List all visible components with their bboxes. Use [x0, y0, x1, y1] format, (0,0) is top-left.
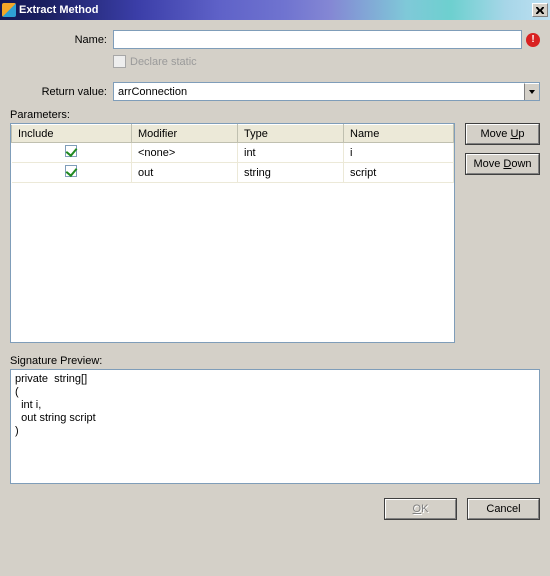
declare-static-checkbox [113, 55, 126, 68]
dropdown-button[interactable] [524, 83, 539, 100]
preview-label: Signature Preview: [10, 355, 540, 367]
error-icon: ! [526, 33, 540, 47]
cancel-button[interactable]: Cancel [467, 498, 540, 520]
cell-modifier: out [132, 163, 238, 183]
window-title: Extract Method [19, 4, 532, 16]
app-icon [2, 3, 16, 17]
parameters-table[interactable]: Include Modifier Type Name <none> int i [10, 123, 455, 343]
table-row[interactable]: <none> int i [12, 143, 454, 163]
include-checkbox[interactable] [65, 145, 77, 157]
include-checkbox[interactable] [65, 165, 77, 177]
chevron-down-icon [529, 90, 535, 94]
col-modifier[interactable]: Modifier [132, 125, 238, 143]
cell-modifier: <none> [132, 143, 238, 163]
return-value-selected: arrConnection [114, 83, 524, 100]
table-row[interactable]: out string script [12, 163, 454, 183]
col-name[interactable]: Name [344, 125, 454, 143]
move-up-button[interactable]: Move Up [465, 123, 540, 145]
cell-name: i [344, 143, 454, 163]
move-down-button[interactable]: Move Down [465, 153, 540, 175]
return-value-label: Return value: [10, 86, 113, 98]
parameters-label: Parameters: [10, 109, 540, 121]
col-include[interactable]: Include [12, 125, 132, 143]
close-button[interactable] [532, 3, 548, 17]
signature-preview: private string[] ( int i, out string scr… [10, 369, 540, 484]
return-value-select[interactable]: arrConnection [113, 82, 540, 101]
cell-name: script [344, 163, 454, 183]
cell-type: string [238, 163, 344, 183]
name-label: Name: [10, 34, 113, 46]
cell-type: int [238, 143, 344, 163]
col-type[interactable]: Type [238, 125, 344, 143]
name-input[interactable] [113, 30, 522, 49]
title-bar: Extract Method [0, 0, 550, 20]
declare-static-label: Declare static [130, 56, 197, 68]
ok-button[interactable]: OK [384, 498, 457, 520]
